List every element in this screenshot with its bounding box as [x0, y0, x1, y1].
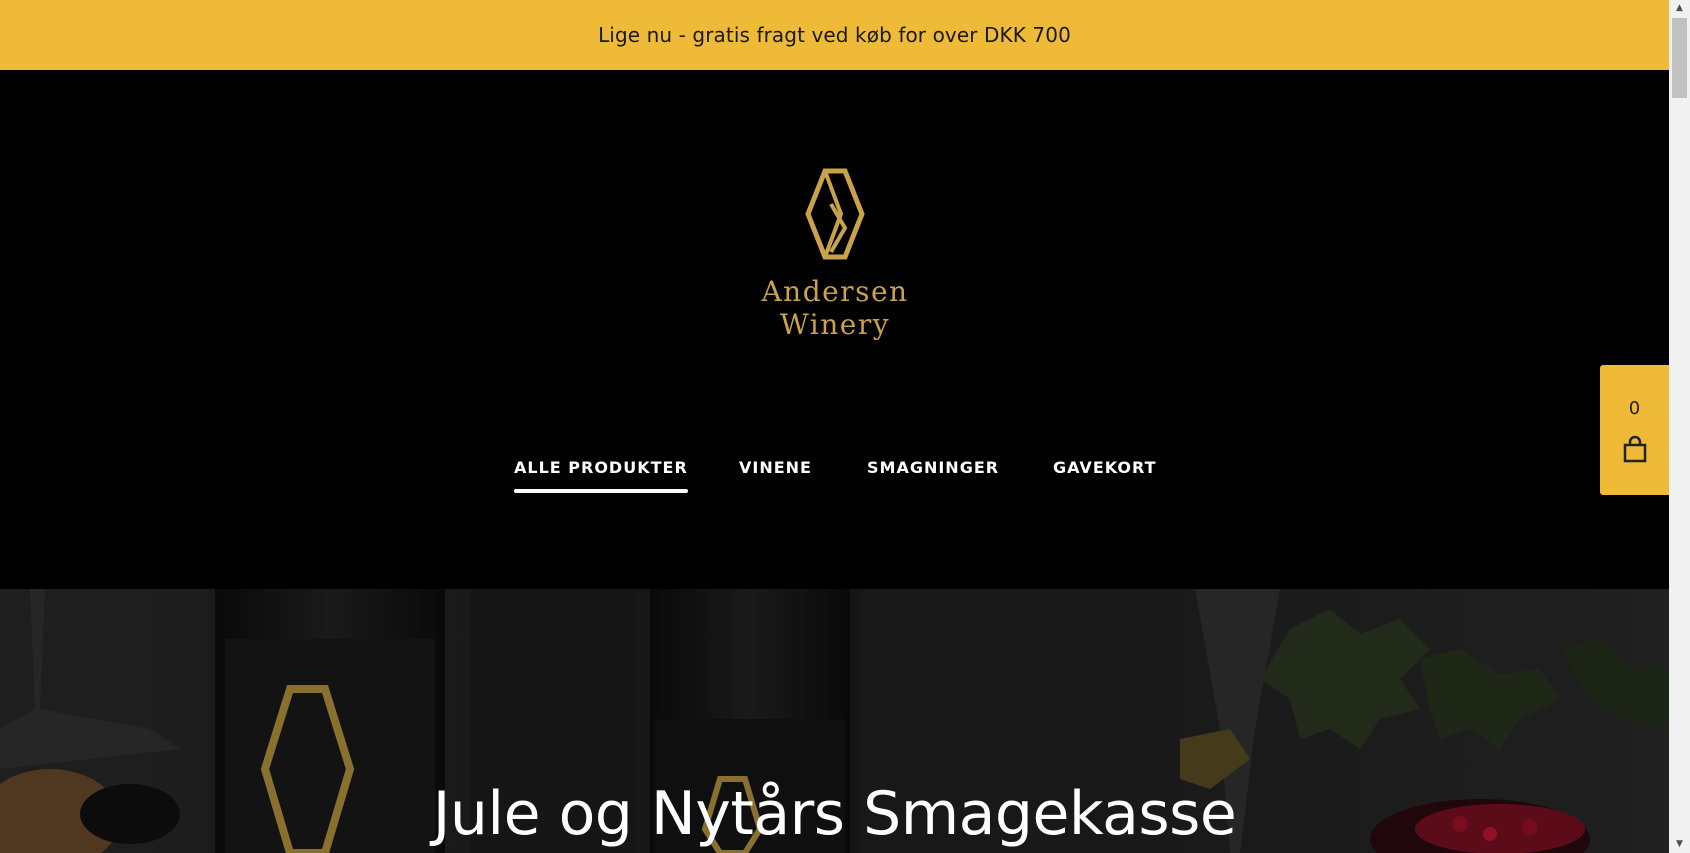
scroll-down-arrow-icon[interactable]: ▼: [1669, 836, 1690, 853]
promo-text: Lige nu - gratis fragt ved køb for over …: [598, 23, 1071, 47]
nav-item-gavekort[interactable]: GAVEKORT: [1053, 458, 1157, 477]
scrollbar-thumb[interactable]: [1672, 18, 1687, 98]
page: Lige nu - gratis fragt ved køb for over …: [0, 0, 1690, 853]
hero-title: Jule og Nytårs Smagekasse: [432, 779, 1237, 849]
vertical-scrollbar[interactable]: ▲ ▼: [1669, 0, 1690, 853]
scroll-up-arrow-icon[interactable]: ▲: [1669, 0, 1690, 17]
cart-count-badge: 0: [1628, 398, 1641, 419]
cart-button[interactable]: 0: [1600, 365, 1669, 495]
hero-banner[interactable]: Jule og Nytårs Smagekasse: [0, 589, 1669, 853]
logo-mark-icon: [805, 168, 865, 260]
promo-banner: Lige nu - gratis fragt ved køb for over …: [0, 0, 1669, 70]
brand-name-line1: Andersen: [761, 275, 909, 308]
nav-item-smagninger[interactable]: SMAGNINGER: [867, 458, 999, 477]
brand-wordmark: Andersen Winery: [760, 275, 910, 341]
brand-logo[interactable]: Andersen Winery: [760, 168, 910, 353]
main-navigation: ALLE PRODUKTER VINENE SMAGNINGER GAVEKOR…: [0, 458, 1669, 498]
site-header: Andersen Winery ALLE PRODUKTER VINENE SM…: [0, 70, 1669, 589]
shopping-bag-icon: [1623, 435, 1647, 463]
nav-item-alle-produkter[interactable]: ALLE PRODUKTER: [514, 458, 688, 493]
page-content: Lige nu - gratis fragt ved køb for over …: [0, 0, 1669, 853]
brand-name-line2: Winery: [779, 308, 891, 341]
nav-item-vinene[interactable]: VINENE: [739, 458, 812, 477]
